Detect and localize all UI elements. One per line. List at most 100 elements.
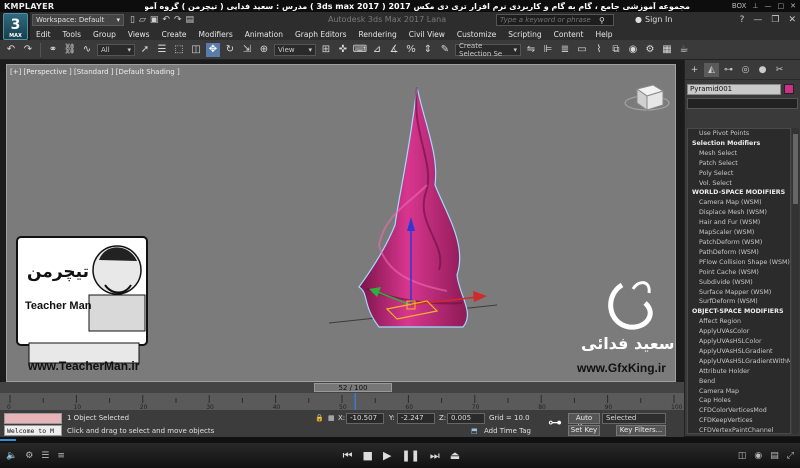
modifier-list-dropdown[interactable] [687, 98, 798, 109]
set-key-button[interactable]: Set Key [568, 425, 600, 436]
material-editor-icon[interactable]: ◉ [626, 43, 640, 57]
select-object-icon[interactable]: ➚ [138, 43, 152, 57]
unlink-icon[interactable]: ⛓ [63, 43, 77, 57]
x-coordinate-field[interactable]: -10.507 [346, 413, 384, 424]
menu-views[interactable]: Views [122, 30, 156, 39]
scene-canvas[interactable]: تیچرمن Teacher Man سعید فدائی [7, 65, 676, 382]
display-tab-icon[interactable]: ● [755, 63, 770, 77]
modify-tab-icon[interactable]: ◭ [704, 63, 719, 77]
selection-filter-dropdown[interactable]: All ▾ [97, 43, 135, 56]
modifier-item[interactable]: CFDColorVerticesMod [688, 406, 790, 416]
fullscreen-icon[interactable]: ⤢ [787, 451, 794, 461]
modifier-item[interactable]: Attribute Holder [688, 367, 790, 377]
create-tab-icon[interactable]: + [687, 63, 702, 77]
menu-animation[interactable]: Animation [239, 30, 289, 39]
play-icon[interactable]: ▶ [383, 449, 391, 462]
rotate-icon[interactable]: ↻ [223, 43, 237, 57]
modifier-item[interactable]: Subdivide (WSM) [688, 278, 790, 288]
keyboard-shortcut-icon[interactable]: ⌨ [353, 43, 367, 57]
maxscript-listener-mini[interactable] [4, 413, 62, 424]
minimize-icon[interactable]: — [753, 12, 762, 28]
modifier-item[interactable]: PatchDeform (WSM) [688, 238, 790, 248]
menu-group[interactable]: Group [87, 30, 122, 39]
prev-icon[interactable]: ⏮ [343, 449, 353, 463]
workspace-dropdown[interactable]: Workspace: Default ▾ [32, 14, 124, 26]
select-by-name-icon[interactable]: ☰ [155, 43, 169, 57]
align-icon[interactable]: ⊫ [541, 43, 555, 57]
menu-customize[interactable]: Customize [451, 30, 502, 39]
modifier-list-scrollbar[interactable] [792, 128, 799, 434]
save-file-icon[interactable]: ▣ [150, 15, 159, 25]
next-icon[interactable]: ⏭ [430, 449, 440, 463]
restore-icon[interactable]: ❐ [771, 12, 779, 28]
modifier-item[interactable]: CFDKeepVertices [688, 416, 790, 426]
edit-named-selection-icon[interactable]: ✎ [438, 43, 452, 57]
perspective-viewport[interactable]: تیچرمن Teacher Man سعید فدائی [+] [Persp… [6, 64, 676, 382]
modifier-item[interactable]: Mesh Select [688, 149, 790, 159]
modifier-item[interactable]: ApplyUVAsHSLGradient [688, 347, 790, 357]
place-icon[interactable]: ⊕ [257, 43, 271, 57]
volume-icon[interactable]: 🔈 [6, 451, 17, 461]
percent-snap-icon[interactable]: % [404, 43, 418, 57]
undo-icon[interactable]: ↶ [162, 15, 170, 25]
hierarchy-tab-icon[interactable]: ⊶ [721, 63, 736, 77]
absolute-mode-icon[interactable]: ▦ [328, 414, 335, 422]
pin-icon[interactable]: ⊥ [752, 2, 758, 10]
undo-icon[interactable]: ↶ [4, 43, 18, 57]
window-crossing-icon[interactable]: ◫ [189, 43, 203, 57]
modifier-item[interactable]: Use Pivot Points [688, 129, 790, 139]
key-filters-button[interactable]: Key Filters... [616, 425, 666, 436]
schematic-view-icon[interactable]: ⧉ [609, 43, 623, 57]
object-name-field[interactable] [687, 83, 781, 95]
redo-icon[interactable]: ↷ [21, 43, 35, 57]
eject-icon[interactable]: ⏏ [450, 449, 460, 462]
time-slider[interactable]: 52 / 100 [0, 382, 684, 393]
settings-icon[interactable]: ⚙ [25, 451, 33, 461]
y-coordinate-field[interactable]: -2.247 [397, 413, 435, 424]
menu-content[interactable]: Content [548, 30, 590, 39]
rendered-frame-window-icon[interactable]: ▦ [660, 43, 674, 57]
angle-snap-icon[interactable]: ∡ [387, 43, 401, 57]
z-coordinate-field[interactable]: 0.005 [447, 413, 485, 424]
redo-icon[interactable]: ↷ [174, 15, 182, 25]
pause-icon[interactable]: ❚❚ [401, 449, 419, 462]
close-icon[interactable]: ✕ [790, 2, 796, 10]
signin-area[interactable]: ● Sign In [635, 12, 672, 28]
utilities-tab-icon[interactable]: ✂ [772, 63, 787, 77]
modifier-item[interactable]: Hair and Fur (WSM) [688, 218, 790, 228]
maximize-icon[interactable]: □ [778, 2, 785, 10]
menu-modifiers[interactable]: Modifiers [193, 30, 239, 39]
object-color-swatch[interactable] [784, 84, 794, 94]
3d-icon[interactable]: ◫ [738, 451, 747, 461]
viewcube[interactable] [624, 84, 670, 111]
modifier-item[interactable]: ApplyUVAsHSLColor [688, 337, 790, 347]
menu-rendering[interactable]: Rendering [352, 30, 402, 39]
modifier-item[interactable]: Displace Mesh (WSM) [688, 208, 790, 218]
app-menu-button[interactable]: 3 MAX [3, 13, 28, 40]
modifier-item[interactable]: Bend [688, 377, 790, 387]
modifier-list[interactable]: Use Pivot Points Selection Modifiers Mesh … [687, 128, 791, 434]
region-select-icon[interactable]: ⬚ [172, 43, 186, 57]
modifier-item[interactable]: Patch Select [688, 159, 790, 169]
snap-icon[interactable]: ⊿ [370, 43, 384, 57]
named-selection-set-dropdown[interactable]: Create Selection Se ▾ [455, 42, 521, 58]
reference-coordinate-dropdown[interactable]: View ▾ [274, 43, 316, 56]
modifier-item[interactable]: PFlow Collision Shape (WSM) [688, 258, 790, 268]
menu-graph-editors[interactable]: Graph Editors [289, 30, 353, 39]
modifier-item[interactable]: PathDeform (WSM) [688, 248, 790, 258]
time-slider-thumb[interactable]: 52 / 100 [314, 383, 392, 392]
list-icon[interactable]: ☰ [41, 451, 49, 461]
menu-scripting[interactable]: Scripting [502, 30, 547, 39]
pivot-center-icon[interactable]: ⊞ [319, 43, 333, 57]
menu-edit[interactable]: Edit [30, 30, 57, 39]
viewport-label[interactable]: [+] [Perspective ] [Standard ] [Default … [10, 68, 180, 76]
scrollbar-thumb[interactable] [793, 134, 798, 204]
project-folder-icon[interactable]: ▤ [185, 15, 194, 25]
minimize-icon[interactable]: — [765, 2, 772, 10]
new-file-icon[interactable]: ▯ [130, 15, 135, 25]
modifier-item[interactable]: ApplyUVAsHSLGradientWithMidp [688, 357, 790, 367]
playlist-icon[interactable]: ▤ [770, 451, 779, 461]
modifier-item[interactable]: Point Cache (WSM) [688, 268, 790, 278]
motion-tab-icon[interactable]: ◎ [738, 63, 753, 77]
modifier-item[interactable]: MapScaler (WSM) [688, 228, 790, 238]
